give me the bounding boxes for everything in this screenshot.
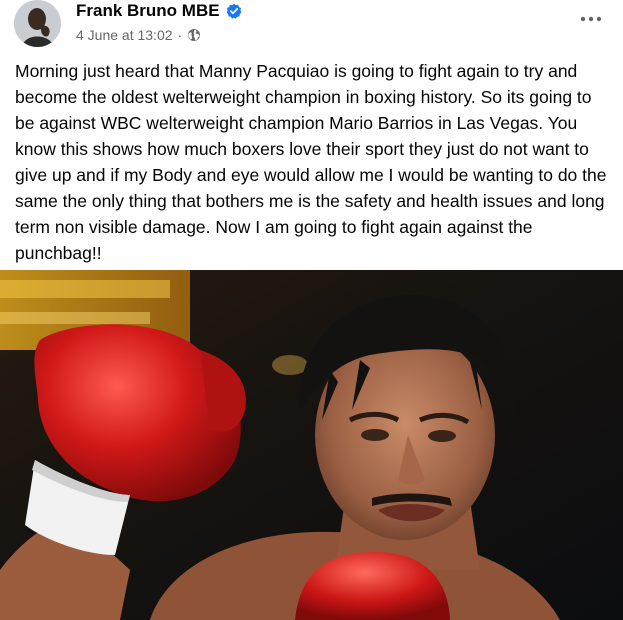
post-timestamp[interactable]: 4 June at 13:02 (76, 27, 173, 43)
author-name[interactable]: Frank Bruno MBE (76, 1, 220, 21)
post-meta: 4 June at 13:02 · (76, 27, 201, 43)
post-photo[interactable] (0, 270, 623, 620)
author-avatar[interactable] (14, 0, 61, 47)
post-header: Frank Bruno MBE 4 June at 13:02 · (0, 0, 623, 60)
more-horizontal-icon (580, 9, 602, 27)
author-name-row: Frank Bruno MBE (76, 1, 242, 21)
more-options-button[interactable] (573, 4, 609, 32)
post-body-text: Morning just heard that Manny Pacquiao i… (15, 61, 607, 263)
verified-badge-icon (226, 3, 242, 19)
meta-separator: · (177, 27, 183, 43)
globe-icon[interactable] (187, 28, 201, 42)
